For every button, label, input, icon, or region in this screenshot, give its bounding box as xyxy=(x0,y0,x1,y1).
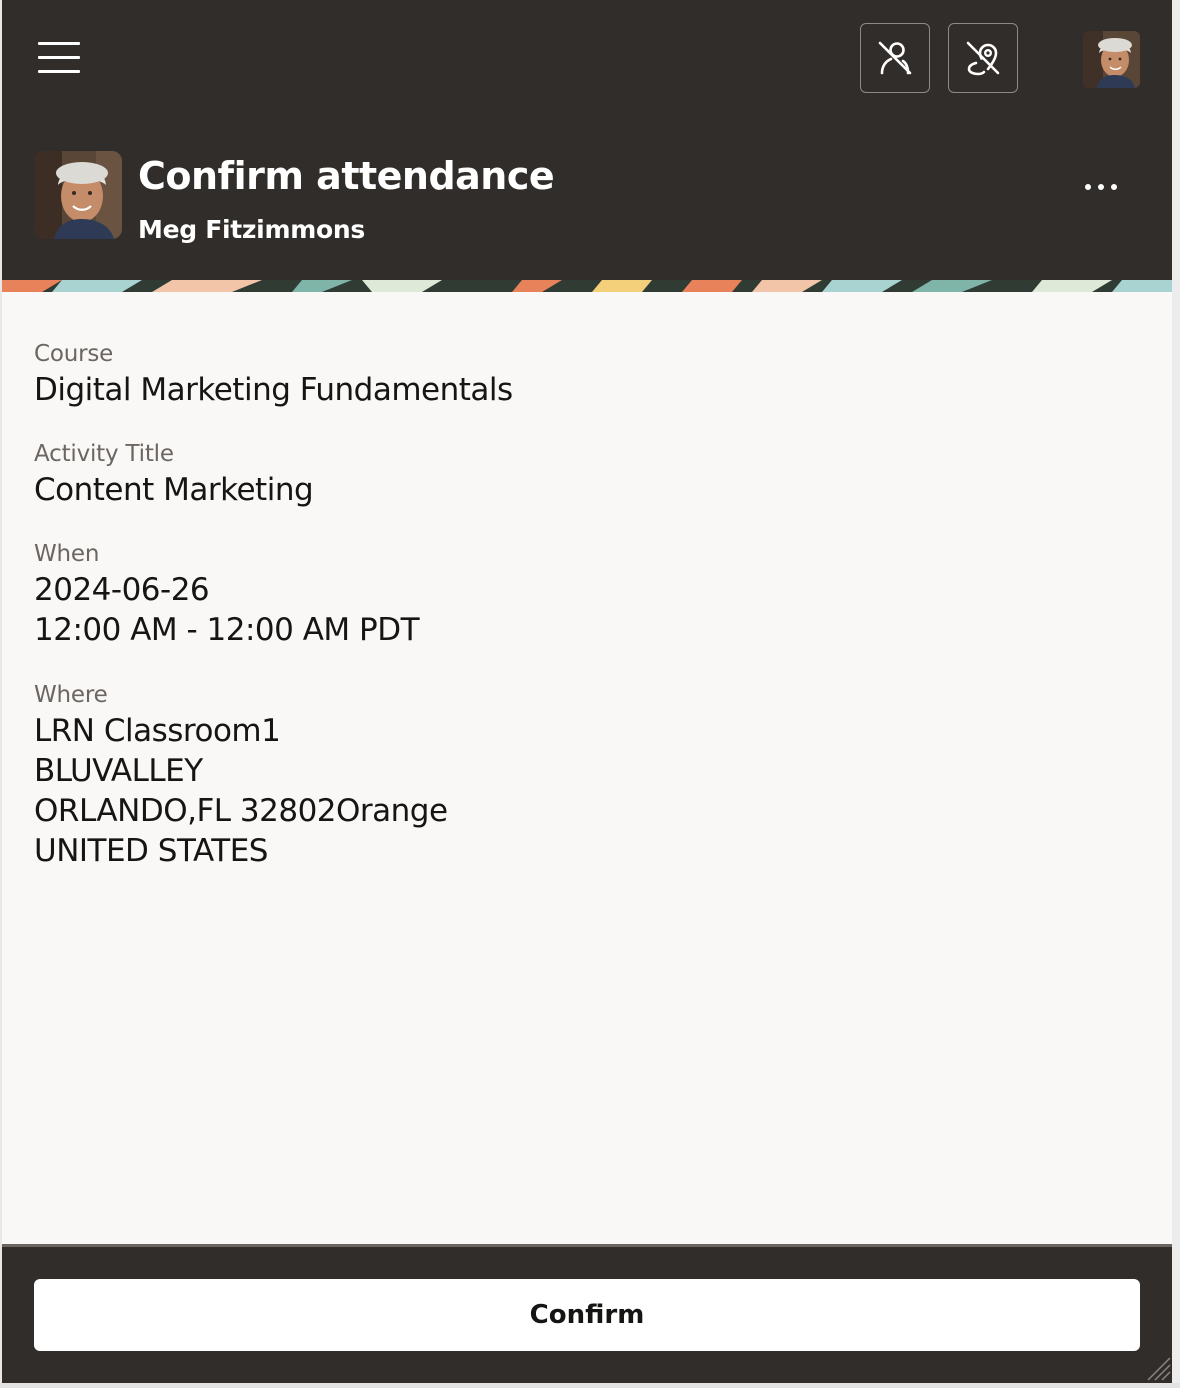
course-value: Digital Marketing Fundamentals xyxy=(34,372,513,408)
participant-photo xyxy=(34,151,122,239)
person-off-icon xyxy=(878,41,912,75)
when-field: When 2024-06-26 12:00 AM - 12:00 AM PDT xyxy=(34,538,420,650)
where-line: BLUVALLEY xyxy=(34,753,203,789)
confirm-button[interactable]: Confirm xyxy=(34,1279,1140,1351)
decorative-banner xyxy=(2,280,1172,292)
hamburger-menu-icon[interactable] xyxy=(38,42,80,76)
person-name: Meg Fitzimmons xyxy=(138,215,365,244)
user-avatar[interactable] xyxy=(1083,31,1140,88)
activity-field: Activity Title Content Marketing xyxy=(34,438,314,510)
location-off-button[interactable] xyxy=(948,23,1018,93)
resize-grip-icon[interactable] xyxy=(1142,1352,1172,1382)
where-line: UNITED STATES xyxy=(34,833,268,869)
course-label: Course xyxy=(34,341,114,367)
page-title: Confirm attendance xyxy=(138,154,555,198)
window-edge-bottom xyxy=(0,1383,1180,1388)
footer-bar: Confirm xyxy=(2,1244,1172,1383)
activity-label: Activity Title xyxy=(34,441,174,467)
location-off-icon xyxy=(966,41,1000,76)
more-horizontal-icon xyxy=(1085,184,1091,190)
confirm-attendance-panel: Confirm attendance Meg Fitzimmons Course… xyxy=(2,0,1172,1383)
window-edge xyxy=(1172,0,1180,1388)
when-date: 2024-06-26 xyxy=(34,572,210,608)
when-label: When xyxy=(34,541,100,567)
when-time: 12:00 AM - 12:00 AM PDT xyxy=(34,612,420,648)
where-field: Where LRN Classroom1 BLUVALLEY ORLANDO,F… xyxy=(34,679,448,871)
course-field: Course Digital Marketing Fundamentals xyxy=(34,338,513,410)
person-off-button[interactable] xyxy=(860,23,930,93)
where-line: LRN Classroom1 xyxy=(34,713,281,749)
footer-divider xyxy=(2,1244,1172,1247)
where-label: Where xyxy=(34,682,108,708)
where-line: ORLANDO,FL 32802Orange xyxy=(34,793,448,829)
activity-value: Content Marketing xyxy=(34,472,314,508)
more-actions-button[interactable] xyxy=(1076,172,1126,202)
header-bar: Confirm attendance Meg Fitzimmons xyxy=(2,0,1172,280)
